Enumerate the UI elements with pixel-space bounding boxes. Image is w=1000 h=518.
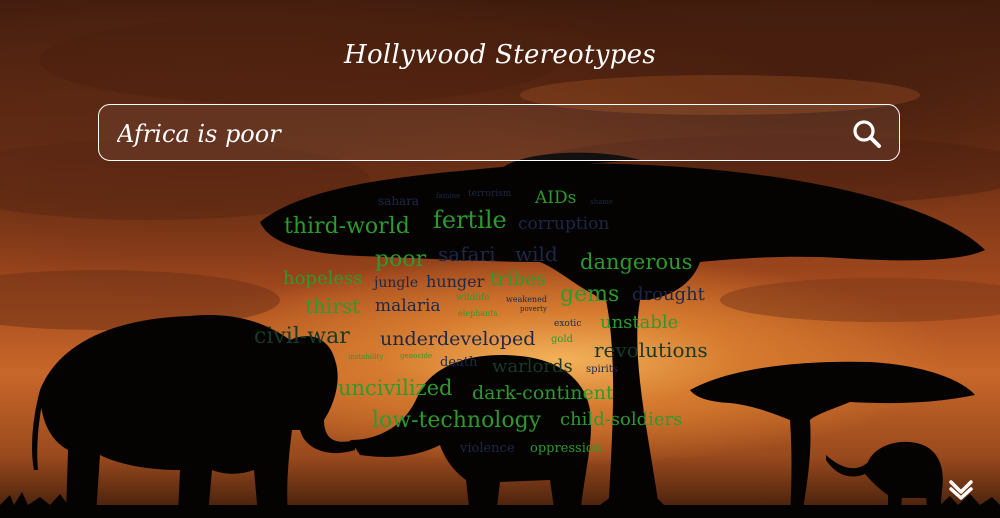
cloud-word[interactable]: oppression <box>530 442 602 455</box>
cloud-word[interactable]: low-technology <box>372 410 541 432</box>
cloud-word[interactable]: gold <box>551 335 573 345</box>
cloud-word[interactable]: malaria <box>375 298 441 315</box>
cloud-word[interactable]: wildlife <box>456 294 490 303</box>
page-title: Hollywood Stereotypes <box>343 40 657 70</box>
cloud-word[interactable]: civil-war <box>254 326 350 348</box>
cloud-word[interactable]: shame <box>590 199 613 206</box>
cloud-word[interactable]: hunger <box>426 274 484 290</box>
cloud-word[interactable]: genocide <box>400 353 432 360</box>
cloud-word[interactable]: hopeless <box>283 270 363 288</box>
cloud-word[interactable]: safari <box>438 244 495 264</box>
cloud-word[interactable]: poverty <box>520 306 547 313</box>
cloud-word[interactable]: sahara <box>378 195 419 207</box>
cloud-word[interactable]: wild <box>515 244 558 264</box>
cloud-word[interactable]: child-soldiers <box>560 411 682 429</box>
search-bar[interactable] <box>98 104 900 161</box>
cloud-word[interactable]: fertile <box>433 208 507 232</box>
cloud-word[interactable]: unstable <box>600 314 678 332</box>
cloud-word[interactable]: corruption <box>518 216 609 233</box>
cloud-word[interactable]: thirst <box>305 296 360 316</box>
cloud-word[interactable]: exotic <box>554 320 581 329</box>
cloud-word[interactable]: weakened <box>506 296 547 304</box>
cloud-word[interactable]: dangerous <box>580 252 692 273</box>
cloud-word[interactable]: terrorism <box>468 190 511 199</box>
cloud-word[interactable]: uncivilized <box>338 378 452 399</box>
search-button[interactable] <box>851 118 883 150</box>
cloud-word[interactable]: poor <box>375 249 426 271</box>
cloud-word[interactable]: revolutions <box>594 340 708 360</box>
cloud-word[interactable]: jungle <box>374 276 418 290</box>
cloud-word[interactable]: underdeveloped <box>380 330 535 349</box>
cloud-word[interactable]: violence <box>460 442 515 455</box>
search-input[interactable] <box>115 113 819 155</box>
scroll-down-button[interactable] <box>948 478 974 500</box>
cloud-word[interactable]: dark-continent <box>472 384 614 403</box>
cloud-word[interactable]: warlords <box>492 358 573 376</box>
cloud-word[interactable]: famine <box>436 193 460 200</box>
search-icon <box>853 120 881 148</box>
cloud-word[interactable]: AIDs <box>535 190 576 207</box>
cloud-word[interactable]: drought <box>632 286 705 304</box>
cloud-word[interactable]: elephants <box>458 310 498 318</box>
chevron-down-icon <box>949 480 973 500</box>
cloud-word[interactable]: third-world <box>284 216 410 238</box>
cloud-word[interactable]: spirits <box>586 365 618 375</box>
cloud-word[interactable]: gems <box>560 284 619 306</box>
cloud-word[interactable]: tribes <box>490 270 546 289</box>
cloud-word[interactable]: death <box>440 356 477 369</box>
cloud-word[interactable]: instability <box>348 354 383 361</box>
